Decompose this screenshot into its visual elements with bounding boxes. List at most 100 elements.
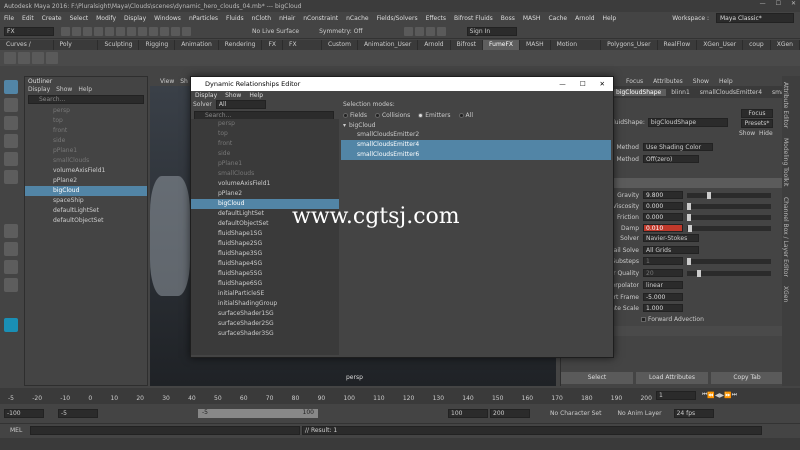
object-list-item[interactable]: initialShadingGroup [191, 299, 339, 309]
play-end-field[interactable]: 100 [448, 408, 488, 418]
shelf-tab-fumefx[interactable]: FumeFX [483, 40, 521, 50]
new-scene-icon[interactable] [61, 27, 70, 36]
play-start-field[interactable]: -5 [58, 408, 98, 418]
method-dropdown[interactable]: Use Shading Color [643, 143, 713, 151]
render-settings-icon[interactable] [425, 27, 435, 36]
outliner-item[interactable]: pPlane1 [25, 146, 147, 156]
shelf-tab-sculpting[interactable]: Sculpting [98, 40, 140, 50]
menu-nconstraint[interactable]: nConstraint [299, 15, 342, 22]
layout-two-icon[interactable] [4, 260, 18, 274]
attr-field-gravity[interactable]: 9.800 [643, 191, 683, 199]
high-detail-dropdown[interactable]: All Grids [643, 246, 699, 254]
range-start-field[interactable]: -100 [4, 408, 44, 418]
shelf-tab-xgen-user[interactable]: XGen_User [697, 40, 744, 50]
shelf-tab-realflow[interactable]: RealFlow [658, 40, 698, 50]
method2-dropdown[interactable]: Off(zero) [643, 155, 699, 163]
forward-advection-checkbox[interactable] [641, 316, 646, 322]
shelf-tab-animation[interactable]: Animation [175, 40, 219, 50]
mode-all[interactable]: All [458, 112, 473, 119]
object-list-item[interactable]: fluidShape1SG [191, 229, 339, 239]
menu-boss[interactable]: Boss [497, 15, 519, 22]
chevron-down-icon[interactable]: ▾ [343, 122, 346, 129]
menu-edit[interactable]: Edit [18, 15, 38, 22]
step-back-icon[interactable]: ⏪ [707, 392, 714, 399]
menu-display[interactable]: Display [120, 15, 150, 22]
select-tool-icon[interactable] [4, 80, 18, 94]
shelf-tool-icon[interactable] [18, 52, 30, 64]
object-list-item[interactable]: fluidShape4SG [191, 259, 339, 269]
emitter-item[interactable]: smallCloudsEmitter4 [341, 140, 611, 150]
object-list-item[interactable]: front [191, 139, 339, 149]
menu-windows[interactable]: Windows [150, 15, 185, 22]
shelf-tab-poly-modeling[interactable]: Poly Modeling [54, 40, 99, 58]
outliner-item[interactable]: pPlane2 [25, 176, 147, 186]
shelf-tab-fx[interactable]: FX [262, 40, 283, 50]
attr-field-damp[interactable]: 0.010 [643, 224, 683, 232]
move-tool-icon[interactable] [4, 134, 18, 148]
open-scene-icon[interactable] [72, 27, 81, 36]
mode-emitters-radio[interactable] [418, 112, 424, 118]
attr-menu-show[interactable]: Show [688, 78, 714, 85]
substeps-slider[interactable] [687, 257, 771, 265]
command-input[interactable] [30, 426, 300, 435]
shelf-tab-xgen[interactable]: XGen [771, 40, 800, 50]
paint-select-icon[interactable] [4, 116, 18, 130]
outliner-item[interactable]: volumeAxisField1 [25, 166, 147, 176]
snap-point-icon[interactable] [171, 27, 180, 36]
dialog-solver-dropdown[interactable]: All [215, 100, 266, 109]
shape-name-field[interactable]: bigCloudShape [647, 118, 728, 127]
ipr-render-icon[interactable] [414, 27, 424, 36]
fps-dropdown[interactable]: 24 fps [673, 408, 714, 418]
object-list-item[interactable]: side [191, 149, 339, 159]
menu-arnold[interactable]: Arnold [571, 15, 598, 22]
shelf-tool-icon[interactable] [46, 52, 58, 64]
object-list-item[interactable]: pPlane2 [191, 189, 339, 199]
mode-all-radio[interactable] [458, 112, 464, 118]
mode-collisions[interactable]: Collisions [374, 112, 410, 119]
shelf-tab-coup[interactable]: coup [743, 40, 771, 50]
show-button[interactable]: Show [739, 130, 755, 137]
outliner-item[interactable]: side [25, 136, 147, 146]
outliner-menu-display[interactable]: Display [25, 86, 53, 93]
substeps-field[interactable]: 1 [643, 257, 683, 265]
menu-fluids[interactable]: Fluids [222, 15, 248, 22]
menu-nparticles[interactable]: nParticles [185, 15, 222, 22]
maximize-button[interactable]: ☐ [776, 0, 781, 7]
object-list-item[interactable]: surfaceShader2SG [191, 319, 339, 329]
menu-set-dropdown[interactable]: FX [4, 27, 54, 36]
hypershade-icon[interactable] [436, 27, 446, 36]
workspace-dropdown[interactable]: Maya Classic* [716, 13, 794, 23]
dialog-maximize-button[interactable]: ☐ [580, 77, 586, 91]
render-icon[interactable] [403, 27, 413, 36]
redo-icon[interactable] [105, 27, 114, 36]
shelf-tab-fx-caching[interactable]: FX Caching [283, 40, 322, 58]
select-button[interactable]: Select [561, 372, 633, 384]
outliner-search-input[interactable]: Search... [28, 95, 144, 104]
scale-tool-icon[interactable] [4, 170, 18, 184]
go-end-icon[interactable]: ⏭ [732, 391, 737, 399]
object-list-item[interactable]: initialParticleSE [191, 289, 339, 299]
menu-cache[interactable]: Cache [544, 15, 571, 22]
node-tab-smallcloudsemitter4[interactable]: smallCloudsEmitter4 [695, 89, 767, 96]
object-list-item[interactable]: smallClouds [191, 169, 339, 179]
dialog-menu-display[interactable]: Display [191, 92, 221, 99]
attr-field-viscosity[interactable]: 0.000 [643, 202, 683, 210]
object-list-item[interactable]: surfaceShader1SG [191, 309, 339, 319]
menu-select[interactable]: Select [66, 15, 93, 22]
copy-tab-button[interactable]: Copy Tab [711, 372, 783, 384]
load-attributes-button[interactable]: Load Attributes [636, 372, 708, 384]
menu-fields-solvers[interactable]: Fields/Solvers [373, 15, 422, 22]
attr-menu-help[interactable]: Help [714, 78, 738, 85]
menu-mash[interactable]: MASH [519, 15, 545, 22]
outliner-item[interactable]: persp [25, 106, 147, 116]
dialog-menu-show[interactable]: Show [221, 92, 245, 99]
attr-slider-viscosity[interactable] [687, 202, 771, 210]
menu-modify[interactable]: Modify [92, 15, 120, 22]
emitter-item[interactable]: smallCloudsEmitter6 [341, 150, 611, 160]
symmetry-label[interactable]: Symmetry: Off [319, 28, 362, 35]
layout-outliner-icon[interactable] [4, 278, 18, 292]
close-button[interactable]: ✕ [791, 0, 796, 7]
side-tab-modeling-toolkit[interactable]: Modeling Toolkit [782, 138, 789, 186]
current-frame-field[interactable]: 1 [656, 391, 696, 400]
object-list-item[interactable]: fluidShape2SG [191, 239, 339, 249]
